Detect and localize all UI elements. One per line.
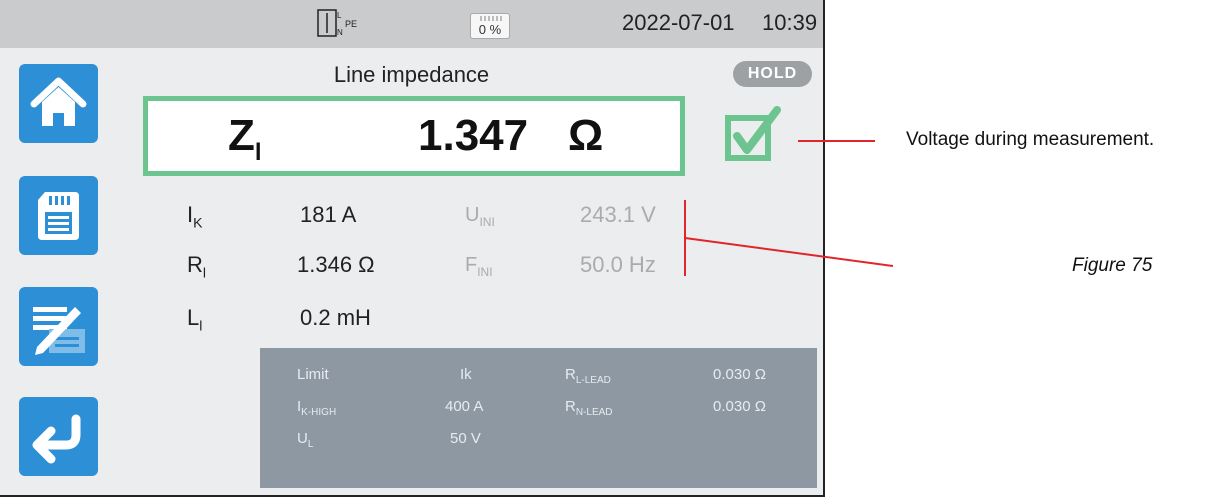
figure-caption: Figure 75 xyxy=(1072,255,1153,276)
callout-lines xyxy=(684,140,894,276)
callout-text: Voltage during measurement. xyxy=(906,129,1155,150)
